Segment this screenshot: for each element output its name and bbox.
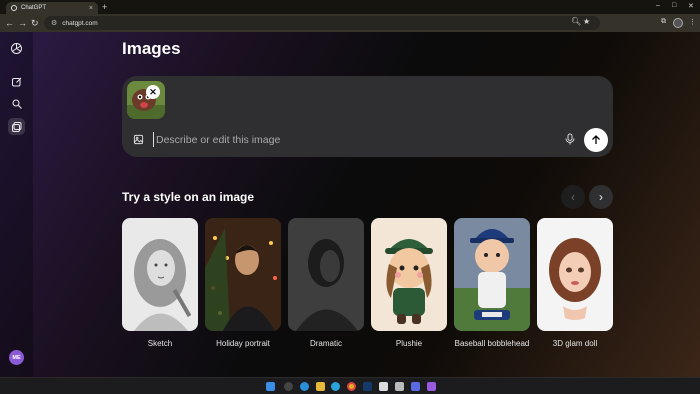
telegram-icon[interactable] <box>331 382 340 391</box>
page-title: Images <box>122 39 181 58</box>
style-image-plushie <box>371 218 447 331</box>
back-arrow-icon[interactable]: ← <box>5 17 14 29</box>
browser-toolbar: ← → ↻ ⚙ chatgpt.com 🔍︎ ★ ⧉ ⋮ <box>0 14 700 32</box>
remove-attachment-button[interactable]: ✕ <box>146 85 160 99</box>
send-button[interactable] <box>584 128 608 152</box>
styles-section-title: Try a style on an image <box>122 190 255 204</box>
app-icon-7[interactable] <box>379 382 388 391</box>
style-card-3d-glam-doll[interactable]: 3D glam doll <box>537 218 613 349</box>
style-card-baseball-bobblehead[interactable]: Baseball bobblehead <box>454 218 530 349</box>
photoshop-icon[interactable] <box>363 382 372 391</box>
url-text: chatgpt.com <box>62 19 98 27</box>
site-info-icon[interactable]: ⚙ <box>51 19 57 27</box>
style-image-holiday-portrait <box>205 218 281 331</box>
images-library-icon[interactable] <box>8 118 25 135</box>
app-icon-10[interactable] <box>427 382 436 391</box>
edge-icon[interactable] <box>300 382 309 391</box>
sidebar: ME <box>0 32 33 377</box>
openai-logo-icon[interactable] <box>8 40 25 57</box>
zoom-icon[interactable]: 🔍︎ <box>571 17 581 26</box>
style-image-baseball-bobblehead <box>454 218 530 331</box>
carousel-prev-button[interactable]: ‹ <box>561 185 585 209</box>
app-icon-8[interactable] <box>395 382 404 391</box>
style-label: Dramatic <box>309 339 342 348</box>
style-card-dramatic[interactable]: Dramatic <box>288 218 364 349</box>
style-label: Sketch <box>147 339 173 348</box>
reload-icon[interactable]: ↻ <box>31 17 39 29</box>
window-maximize-button[interactable]: □ <box>672 2 676 9</box>
style-label: Plushie <box>395 339 423 348</box>
style-image-3d-glam-doll <box>537 218 613 331</box>
carousel-next-button[interactable]: › <box>589 185 613 209</box>
user-avatar[interactable]: ME <box>9 350 24 365</box>
style-card-holiday-portrait[interactable]: Holiday portrait <box>205 218 281 349</box>
prompt-input[interactable] <box>153 132 553 147</box>
browser-profile-avatar[interactable] <box>673 18 683 28</box>
chrome-icon[interactable] <box>347 382 356 391</box>
attached-image-thumbnail[interactable] <box>127 81 165 119</box>
style-image-dramatic <box>288 218 364 331</box>
style-label: Baseball bobblehead <box>454 339 530 348</box>
tab-title: ChatGPT <box>21 5 47 11</box>
style-card-plushie[interactable]: Plushie <box>371 218 447 349</box>
style-label: 3D glam doll <box>552 339 598 348</box>
tab-close-icon[interactable]: × <box>89 5 93 12</box>
image-composer <box>122 76 613 157</box>
style-label: Holiday portrait <box>216 339 270 348</box>
window-minimize-button[interactable]: – <box>656 2 660 9</box>
search-icon[interactable] <box>8 95 25 112</box>
os-taskbar <box>0 377 700 394</box>
add-image-icon[interactable] <box>133 134 144 148</box>
file-explorer-icon[interactable] <box>316 382 325 391</box>
chatgpt-app: ME Images ✕ Try a style on an image ‹ › <box>0 32 700 377</box>
address-bar[interactable]: ⚙ chatgpt.com 🔍︎ ★ <box>44 16 600 30</box>
browser-tab[interactable]: ChatGPT × <box>6 2 98 14</box>
browser-tab-bar: ChatGPT × + – □ ✕ <box>0 0 700 14</box>
browser-menu-icon[interactable]: ⋮ <box>689 18 696 26</box>
start-menu-icon[interactable] <box>266 382 275 391</box>
microphone-icon[interactable] <box>565 133 575 148</box>
new-chat-icon[interactable] <box>8 73 25 90</box>
style-image-sketch <box>122 218 198 331</box>
extensions-icon[interactable]: ⧉ <box>661 18 666 26</box>
style-card-sketch[interactable]: Sketch <box>122 218 198 349</box>
app-icon-9[interactable] <box>411 382 420 391</box>
window-close-button[interactable]: ✕ <box>688 2 694 10</box>
bookmark-star-icon[interactable]: ★ <box>583 17 590 26</box>
chatgpt-favicon-icon <box>11 5 17 11</box>
search-taskbar-icon[interactable] <box>284 382 293 391</box>
forward-arrow-icon[interactable]: → <box>18 17 27 29</box>
new-tab-button[interactable]: + <box>102 2 107 12</box>
